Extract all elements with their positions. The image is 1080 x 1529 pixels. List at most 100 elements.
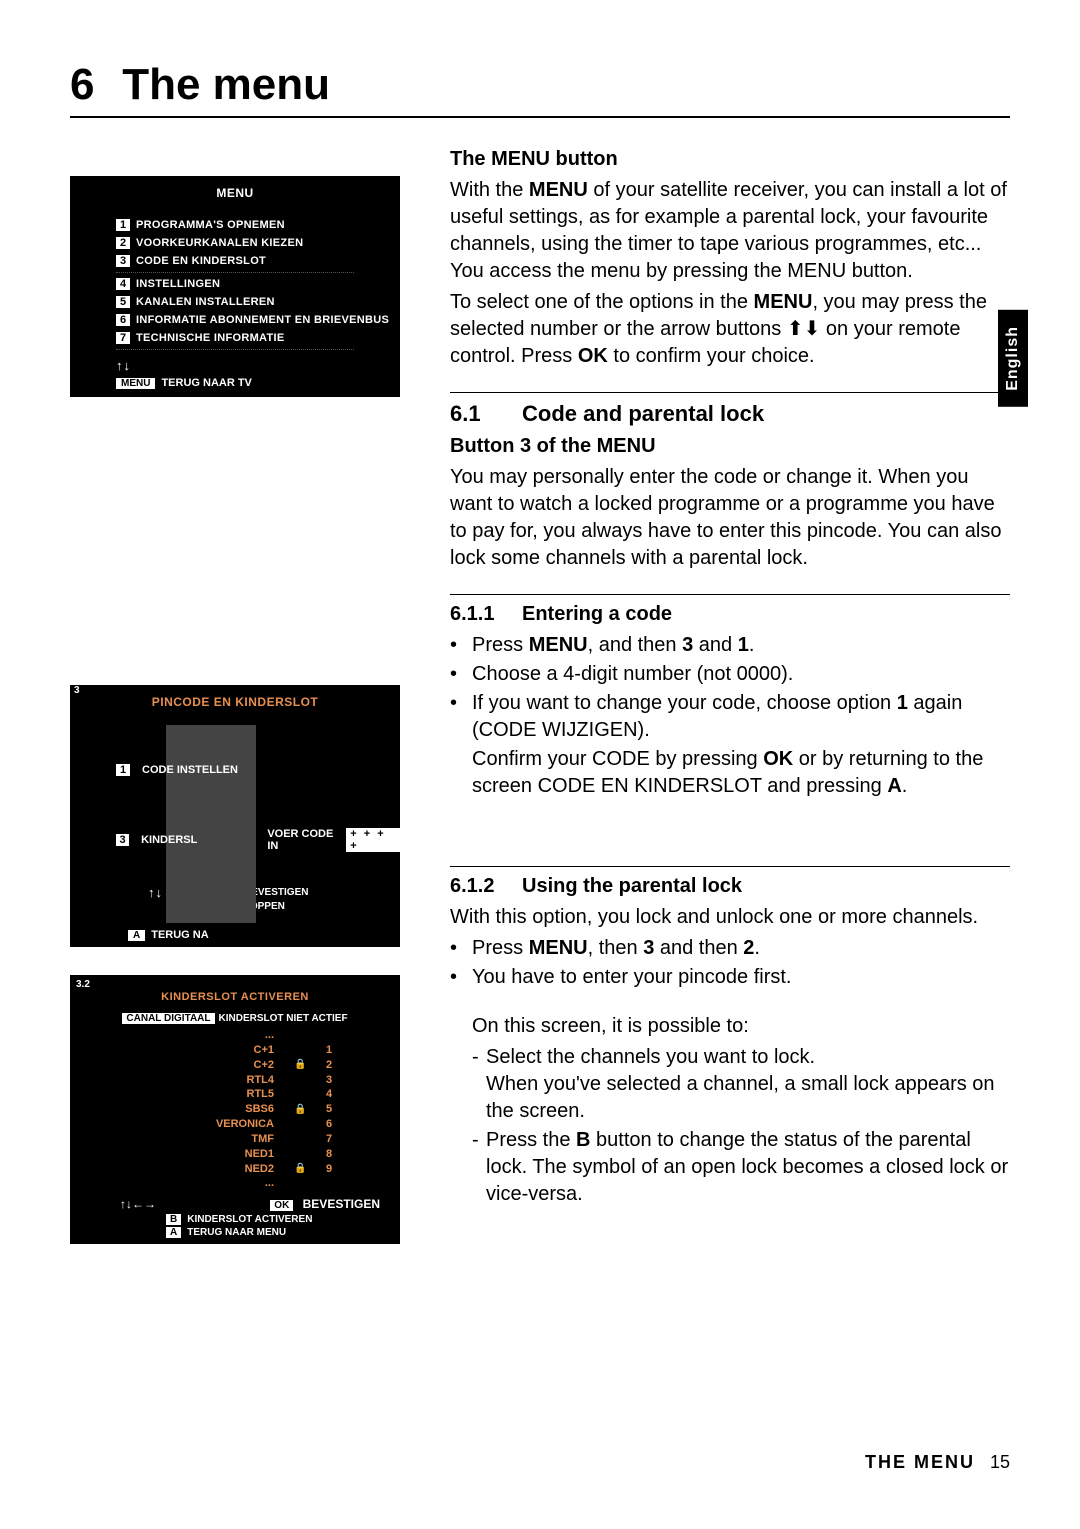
section-6.1-heading: 6.1Code and parental lock — [450, 399, 1010, 429]
code-field: + + + + — [346, 828, 400, 852]
dash-item: - Press the B button to change the statu… — [472, 1127, 1010, 1208]
page-number: 15 — [990, 1452, 1010, 1472]
arrow-up-down-icon — [148, 885, 163, 900]
paragraph: Confirm your CODE by pressing OK or by r… — [472, 746, 1010, 800]
menu-item: 7 TECHNISCHE INFORMATIE — [70, 329, 400, 347]
ok-key: OK — [270, 1200, 293, 1211]
section-divider — [450, 392, 1010, 393]
screen-index: 3 — [74, 685, 80, 696]
channel-number: 2 — [326, 1058, 340, 1073]
menu-title: MENU — [70, 176, 400, 216]
body-column: The MENU button With the MENU of your sa… — [450, 146, 1010, 1210]
divider — [70, 116, 1010, 118]
menu-key: MENU — [116, 378, 155, 389]
pincode-title: PINCODE EN KINDERSLOT — [70, 685, 400, 725]
menu-item-number: 1 — [116, 219, 130, 231]
kinderslot-screenshot: 3.2 KINDERSLOT ACTIVEREN CANAL DIGITAAL … — [70, 975, 400, 1244]
menu-item-number: 7 — [116, 332, 130, 344]
channel-row: NED2🔒9 — [130, 1162, 340, 1177]
menu-button-heading: The MENU button — [450, 146, 1010, 173]
popup-overlay — [166, 725, 256, 923]
section-6.1.1-heading: 6.1.1Entering a code — [450, 601, 1010, 628]
bullet-item: • You have to enter your pincode first. — [450, 964, 1010, 991]
b-text: KINDERSLOT ACTIVEREN — [187, 1214, 312, 1225]
pincode-screenshot: 3 PINCODE EN KINDERSLOT 1 CODE INSTELLEN… — [70, 685, 400, 947]
bullet-item: • Press MENU, and then 3 and 1. — [450, 632, 1010, 659]
channel-name: NED2 — [130, 1162, 274, 1177]
menu-item-number: 6 — [116, 314, 130, 326]
menu-item-label: VOORKEURKANALEN KIEZEN — [136, 237, 303, 249]
a-text: TERUG NAAR MENU — [187, 1227, 286, 1238]
lock-icon: 🔒 — [294, 1058, 306, 1072]
kinderslot-title: KINDERSLOT ACTIVEREN — [70, 975, 400, 1013]
b-key: B — [166, 1214, 181, 1225]
channel-number: 3 — [326, 1073, 340, 1088]
menu-item-label: KANALEN INSTALLEREN — [136, 296, 275, 308]
channel-name: C+2 — [130, 1058, 274, 1073]
menu-item: 1 PROGRAMMA'S OPNEMEN — [70, 216, 400, 234]
menu-item-label: PROGRAMMA'S OPNEMEN — [136, 219, 285, 231]
section-6.1.2-heading: 6.1.2Using the parental lock — [450, 873, 1010, 900]
channel-number: 9 — [326, 1162, 340, 1177]
channel-number: 7 — [326, 1132, 340, 1147]
chapter-number: 6 — [70, 60, 110, 110]
arrow-all-icon — [120, 1197, 156, 1211]
option-label: KINDERSL — [141, 834, 197, 846]
paragraph: To select one of the options in the MENU… — [450, 289, 1010, 370]
ok-text: BEVESTIGEN — [303, 1197, 380, 1211]
footer-label: THE MENU — [865, 1452, 975, 1472]
arrow-up-down-icon — [116, 358, 131, 373]
page-footer: THE MENU 15 — [865, 1452, 1010, 1473]
menu-item: 4 INSTELLINGEN — [70, 275, 400, 293]
enter-code-label: VOER CODE IN — [267, 828, 342, 852]
option-number: 1 — [116, 764, 130, 776]
menu-screenshot: MENU 1PROGRAMMA'S OPNEMEN2VOORKEURKANALE… — [70, 176, 400, 397]
channel-name: C+1 — [130, 1043, 274, 1058]
option-label: CODE INSTELLEN — [142, 764, 238, 776]
channel-row: C+2 🔒 2 — [130, 1058, 340, 1073]
menu-item-label: INSTELLINGEN — [136, 278, 220, 290]
paragraph: With the MENU of your satellite receiver… — [450, 177, 1010, 285]
menu-item: 5 KANALEN INSTALLEREN — [70, 293, 400, 311]
channel-row: RTL5 4 — [130, 1087, 340, 1102]
bullet-item: • If you want to change your code, choos… — [450, 690, 1010, 744]
a-key: A — [128, 930, 145, 941]
bullet-item: • Choose a 4-digit number (not 0000). — [450, 661, 1010, 688]
chapter-heading: 6 The menu — [70, 60, 1010, 110]
channel-row: NED18 — [130, 1147, 340, 1162]
menu-item-label: TECHNISCHE INFORMATIE — [136, 332, 284, 344]
menu-item-number: 5 — [116, 296, 130, 308]
arrow-icons: ⬆⬇ — [787, 318, 821, 340]
channel-name: VERONICA — [130, 1117, 274, 1132]
menu-item: 6INFORMATIE ABONNEMENT EN BRIEVENBUS — [70, 311, 400, 329]
channel-number: 4 — [326, 1087, 340, 1102]
chapter-title-text: The menu — [122, 60, 330, 109]
channel-name: SBS6 — [130, 1102, 274, 1117]
channel-row: SBS6 🔒 5 — [130, 1102, 340, 1117]
provider-label: CANAL DIGITAAL — [122, 1013, 214, 1024]
paragraph: On this screen, it is possible to: — [472, 1013, 1010, 1040]
section-divider — [450, 866, 1010, 867]
a-key: A — [166, 1227, 181, 1238]
menu-item-label: CODE EN KINDERSLOT — [136, 255, 266, 267]
channel-name: RTL5 — [130, 1087, 274, 1102]
paragraph: With this option, you lock and unlock on… — [450, 904, 1010, 931]
section-divider — [450, 594, 1010, 595]
channel-name: RTL4 — [130, 1073, 274, 1088]
channel-number: 6 — [326, 1117, 340, 1132]
channel-row: ... — [130, 1028, 340, 1043]
menu-foot-text: TERUG NAAR TV — [161, 377, 251, 389]
language-tab: English — [998, 310, 1028, 407]
lock-icon: 🔒 — [294, 1103, 306, 1117]
channel-row: RTL4 3 — [130, 1073, 340, 1088]
channel-name: NED1 — [130, 1147, 274, 1162]
paragraph: You may personally enter the code or cha… — [450, 464, 1010, 572]
option-number: 3 — [116, 834, 129, 846]
menu-item: 3CODE EN KINDERSLOT — [70, 252, 400, 270]
channel-number: 5 — [326, 1102, 340, 1117]
screen-index: 3.2 — [76, 979, 90, 990]
menu-item-number: 4 — [116, 278, 130, 290]
channel-row: C+11 — [130, 1043, 340, 1058]
button3-heading: Button 3 of the MENU — [450, 433, 1010, 460]
bullet-item: • Press MENU, then 3 and then 2. — [450, 935, 1010, 962]
